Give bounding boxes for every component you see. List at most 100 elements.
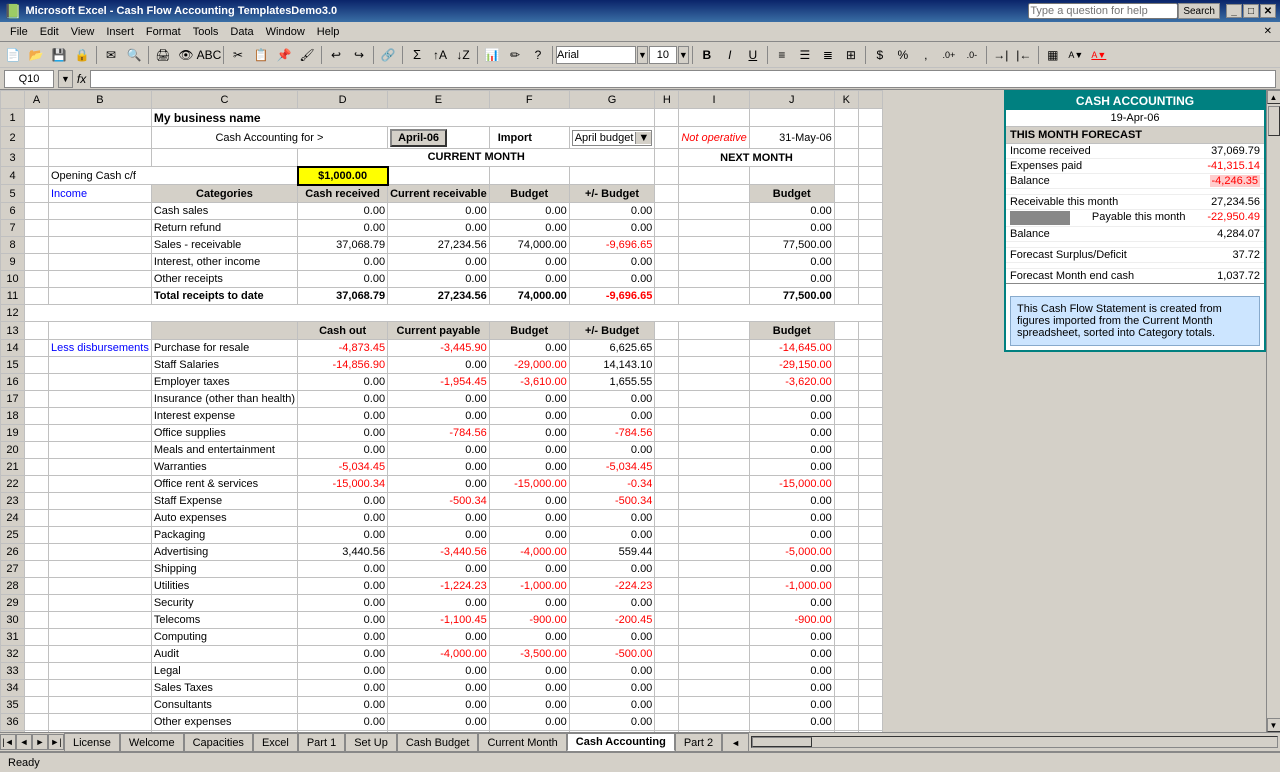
disb-co-17[interactable]: 0.00: [298, 612, 388, 629]
vertical-scrollbar[interactable]: ▲ ▼: [1266, 90, 1280, 732]
disb-cp-5[interactable]: 0.00: [388, 408, 490, 425]
disb-cat-3[interactable]: Employer taxes: [151, 374, 297, 391]
cell-B2[interactable]: [49, 127, 152, 149]
disb-co-22[interactable]: 0.00: [298, 697, 388, 714]
disb-nm-8[interactable]: 0.00: [749, 459, 834, 476]
income-cat-4[interactable]: Interest, other income: [151, 254, 297, 271]
col-header-I[interactable]: I: [679, 91, 749, 109]
new-button[interactable]: 📄: [2, 44, 24, 66]
col-header-H[interactable]: H: [655, 91, 679, 109]
income-nm-4[interactable]: 0.00: [749, 254, 834, 271]
disb-pm-20[interactable]: 0.00: [569, 663, 655, 680]
cell-K2[interactable]: [834, 127, 858, 149]
redo-button[interactable]: ↪: [348, 44, 370, 66]
disb-bud-5[interactable]: 0.00: [489, 408, 569, 425]
autosum-button[interactable]: Σ: [406, 44, 428, 66]
print-button[interactable]: 🖨: [152, 44, 174, 66]
cell-C3[interactable]: [151, 149, 297, 167]
chart-button[interactable]: 📊: [481, 44, 503, 66]
disb-bud-11[interactable]: 0.00: [489, 510, 569, 527]
hyperlink-button[interactable]: 🔗: [377, 44, 399, 66]
disb-cat-7[interactable]: Meals and entertainment: [151, 442, 297, 459]
menu-item-tools[interactable]: Tools: [187, 24, 225, 40]
disb-pm-6[interactable]: -784.56: [569, 425, 655, 442]
income-total-pm[interactable]: -9,696.65: [569, 288, 655, 305]
income-pm-2[interactable]: 0.00: [569, 220, 655, 237]
spell-button[interactable]: ABC: [198, 44, 220, 66]
income-nm-2[interactable]: 0.00: [749, 220, 834, 237]
disb-cp-13[interactable]: -3,440.56: [388, 544, 490, 561]
disb-nm-13[interactable]: -5,000.00: [749, 544, 834, 561]
disb-cp-21[interactable]: 0.00: [388, 680, 490, 697]
import-dropdown-arrow[interactable]: ▼: [635, 132, 651, 144]
increase-indent-button[interactable]: →|: [990, 44, 1012, 66]
disb-cat-21[interactable]: Sales Taxes: [151, 680, 297, 697]
disb-pm-8[interactable]: -5,034.45: [569, 459, 655, 476]
disb-bud-16[interactable]: 0.00: [489, 595, 569, 612]
disb-cp-23[interactable]: 0.00: [388, 714, 490, 731]
disb-co-21[interactable]: 0.00: [298, 680, 388, 697]
search-button[interactable]: 🔍: [123, 44, 145, 66]
cell-ref-input[interactable]: [4, 70, 54, 88]
disb-cp-1[interactable]: -3,445.90: [388, 340, 490, 357]
disb-co-13[interactable]: 3,440.56: [298, 544, 388, 561]
disb-nm-19[interactable]: 0.00: [749, 646, 834, 663]
cell-A5[interactable]: [25, 185, 49, 203]
cell-J1[interactable]: [749, 109, 834, 127]
income-bud-4[interactable]: 0.00: [489, 254, 569, 271]
cell-A2[interactable]: [25, 127, 49, 149]
font-name-input[interactable]: [556, 46, 636, 64]
disb-bud-10[interactable]: 0.00: [489, 493, 569, 510]
italic-button[interactable]: I: [719, 44, 741, 66]
cell-ref-dropdown[interactable]: ▼: [58, 70, 73, 88]
disb-pm-14[interactable]: 0.00: [569, 561, 655, 578]
disb-nm-14[interactable]: 0.00: [749, 561, 834, 578]
import-dropdown-container[interactable]: April budget ▼: [572, 130, 653, 146]
disb-pm-24[interactable]: -50.00: [569, 731, 655, 733]
cell-A4[interactable]: [25, 167, 49, 185]
help-search-input[interactable]: [1028, 3, 1178, 19]
cell-E2[interactable]: April-06: [388, 127, 490, 149]
disb-cat-22[interactable]: Consultants: [151, 697, 297, 714]
disb-bud-15[interactable]: -1,000.00: [489, 578, 569, 595]
disb-pm-22[interactable]: 0.00: [569, 697, 655, 714]
cell-J4[interactable]: [749, 167, 834, 185]
col-header-E[interactable]: E: [388, 91, 490, 109]
menu-item-help[interactable]: Help: [311, 24, 346, 40]
close-app-icon[interactable]: ✕: [1260, 26, 1276, 37]
permission-button[interactable]: 🔒: [71, 44, 93, 66]
formula-input[interactable]: [90, 70, 1276, 88]
disb-nm-21[interactable]: 0.00: [749, 680, 834, 697]
disb-pm-21[interactable]: 0.00: [569, 680, 655, 697]
col-header-B[interactable]: B: [49, 91, 152, 109]
cell-G4[interactable]: [569, 167, 655, 185]
align-left-button[interactable]: ≡: [771, 44, 793, 66]
income-pm-4[interactable]: 0.00: [569, 254, 655, 271]
disb-bud-1[interactable]: 0.00: [489, 340, 569, 357]
disb-pm-19[interactable]: -500.00: [569, 646, 655, 663]
disb-bud-22[interactable]: 0.00: [489, 697, 569, 714]
close-button[interactable]: ✕: [1260, 4, 1276, 18]
scroll-up-button[interactable]: ▲: [1267, 90, 1280, 104]
cell-E4[interactable]: [388, 167, 490, 185]
align-right-button[interactable]: ≣: [817, 44, 839, 66]
disb-co-14[interactable]: 0.00: [298, 561, 388, 578]
disb-pm-4[interactable]: 0.00: [569, 391, 655, 408]
disb-nm-1[interactable]: -14,645.00: [749, 340, 834, 357]
disb-cp-24[interactable]: 0.00: [388, 731, 490, 733]
tab-scroll-right[interactable]: ►: [32, 734, 48, 750]
disb-bud-17[interactable]: -900.00: [489, 612, 569, 629]
disb-cp-6[interactable]: -784.56: [388, 425, 490, 442]
disb-nm-5[interactable]: 0.00: [749, 408, 834, 425]
disb-cat-15[interactable]: Utilities: [151, 578, 297, 595]
income-nm-3[interactable]: 77,500.00: [749, 237, 834, 254]
scroll-down-button[interactable]: ▼: [1267, 718, 1280, 732]
disb-bud-3[interactable]: -3,610.00: [489, 374, 569, 391]
disb-cat-19[interactable]: Audit: [151, 646, 297, 663]
disb-nm-11[interactable]: 0.00: [749, 510, 834, 527]
disb-cat-23[interactable]: Other expenses: [151, 714, 297, 731]
income-recv-2[interactable]: 0.00: [388, 220, 490, 237]
income-cr-4[interactable]: 0.00: [298, 254, 388, 271]
disb-cp-7[interactable]: 0.00: [388, 442, 490, 459]
tab-welcome[interactable]: Welcome: [120, 733, 184, 751]
